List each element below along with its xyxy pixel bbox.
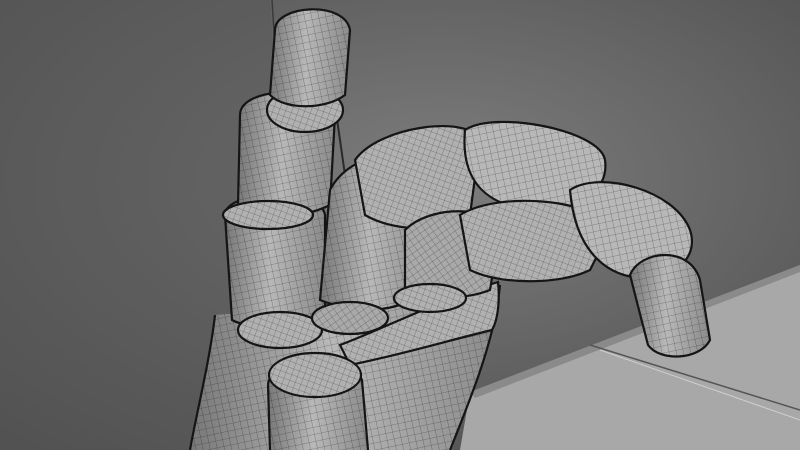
scene-canvas	[0, 0, 800, 450]
viewport-scene	[0, 0, 800, 450]
thumb	[266, 351, 370, 450]
